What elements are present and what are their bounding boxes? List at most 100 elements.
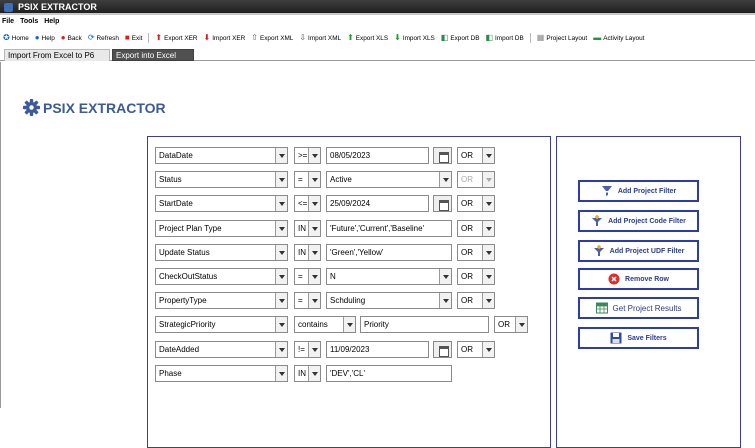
import-db-button[interactable]: ◧ Import DB bbox=[482, 31, 526, 45]
value-dropdown[interactable]: N bbox=[326, 268, 452, 285]
tab-strip: Import From Excel to P6 Export into Exce… bbox=[0, 48, 755, 61]
toolbar-label: Activity Layout bbox=[603, 34, 645, 42]
add-project-udf-filter-button[interactable]: Add Project UDF Filter bbox=[578, 240, 699, 262]
tab-export-into-excel[interactable]: Export into Excel bbox=[112, 49, 194, 61]
field-dropdown-value: DataDate bbox=[159, 151, 193, 160]
add-project-code-filter-button[interactable]: Add Project Code Filter bbox=[578, 210, 699, 232]
operator-dropdown[interactable]: IN bbox=[294, 244, 321, 261]
value-dropdown-value: Schduling bbox=[330, 296, 366, 305]
export-xml-button[interactable]: ⇧ Export XML bbox=[248, 31, 296, 45]
import-xer-icon: ⬇ bbox=[203, 33, 211, 42]
toolbar-label: Import XLS bbox=[402, 34, 435, 42]
field-dropdown[interactable]: Status bbox=[155, 171, 288, 188]
value-input[interactable]: 'Green','Yellow' bbox=[326, 244, 452, 261]
window-title: PSIX EXTRACTOR bbox=[18, 2, 97, 12]
logic-dropdown[interactable]: OR bbox=[494, 316, 528, 333]
import-xls-button[interactable]: ⬇ Import XLS bbox=[391, 31, 438, 45]
field-dropdown-value: StartDate bbox=[159, 199, 193, 208]
field-dropdown[interactable]: CheckOutStatus bbox=[155, 268, 288, 285]
calendar-icon[interactable] bbox=[433, 147, 452, 164]
logic-dropdown[interactable]: OR bbox=[457, 220, 495, 237]
operator-dropdown[interactable]: != bbox=[294, 341, 321, 358]
import-xer-button[interactable]: ⬇ Import XER bbox=[201, 31, 249, 45]
logic-dropdown[interactable]: OR bbox=[457, 171, 495, 188]
menu-tools[interactable]: Tools bbox=[20, 18, 38, 29]
value-input[interactable]: 'Future','Current','Baseline' bbox=[326, 220, 452, 237]
date-input[interactable]: 25/09/2024 bbox=[326, 195, 429, 212]
logic-dropdown-value: OR bbox=[461, 345, 473, 354]
back-button[interactable]: ● Back bbox=[58, 31, 85, 45]
tab-import-from-excel[interactable]: Import From Excel to P6 bbox=[4, 49, 110, 61]
home-icon: ✪ bbox=[3, 33, 10, 42]
toolbar-label: Refresh bbox=[96, 34, 119, 42]
operator-dropdown[interactable]: >= bbox=[294, 147, 321, 164]
logic-dropdown[interactable]: OR bbox=[457, 195, 495, 212]
export-db-button[interactable]: ◧ Export DB bbox=[438, 31, 483, 45]
chevron-down-icon bbox=[308, 148, 320, 163]
logic-dropdown-value: OR bbox=[461, 175, 473, 184]
logic-dropdown[interactable]: OR bbox=[457, 292, 495, 309]
add-project-filter-button[interactable]: Add Project Filter bbox=[578, 180, 699, 202]
activity-layout-button[interactable]: ▬ Activity Layout bbox=[590, 31, 647, 45]
field-dropdown[interactable]: DataDate bbox=[155, 147, 288, 164]
get-project-results-button[interactable]: Get Project Results bbox=[578, 297, 699, 319]
logic-dropdown-value: OR bbox=[461, 272, 473, 281]
operator-dropdown-value: <= bbox=[298, 199, 308, 208]
calendar-icon[interactable] bbox=[433, 195, 452, 212]
toolbar-label: Import XML bbox=[308, 34, 342, 42]
chevron-down-icon bbox=[308, 245, 320, 260]
menu-help[interactable]: Help bbox=[44, 18, 59, 29]
operator-dropdown[interactable]: IN bbox=[294, 220, 321, 237]
field-dropdown[interactable]: Phase bbox=[155, 365, 288, 382]
logic-dropdown[interactable]: OR bbox=[457, 147, 495, 164]
logic-dropdown[interactable]: OR bbox=[457, 244, 495, 261]
chevron-down-icon bbox=[308, 221, 320, 236]
date-input[interactable]: 11/09/2023 bbox=[326, 341, 429, 358]
operator-dropdown[interactable]: = bbox=[294, 268, 321, 285]
menu-file[interactable]: File bbox=[2, 18, 14, 29]
date-input[interactable]: 08/05/2023 bbox=[326, 147, 429, 164]
project-layout-button[interactable]: ▦ Project Layout bbox=[534, 31, 590, 45]
logic-dropdown[interactable]: OR bbox=[457, 268, 495, 285]
chevron-down-icon bbox=[275, 269, 287, 284]
refresh-button[interactable]: ⟳ Refresh bbox=[85, 31, 122, 45]
value-dropdown[interactable]: Active bbox=[326, 171, 452, 188]
field-dropdown[interactable]: Update Status bbox=[155, 244, 288, 261]
toolbar-label: Project Layout bbox=[546, 34, 588, 42]
operator-dropdown-value: = bbox=[298, 175, 303, 184]
field-dropdown[interactable]: StartDate bbox=[155, 195, 288, 212]
export-xls-button[interactable]: ⬆ Export XLS bbox=[344, 31, 391, 45]
export-xer-button[interactable]: ⬆ Export XER bbox=[152, 31, 200, 45]
import-xml-icon: ⇩ bbox=[299, 33, 307, 42]
operator-dropdown-value: contains bbox=[298, 320, 328, 329]
logic-dropdown[interactable]: OR bbox=[457, 341, 495, 358]
operator-dropdown[interactable]: = bbox=[294, 292, 321, 309]
export-xml-icon: ⇧ bbox=[251, 33, 258, 42]
field-dropdown[interactable]: DateAdded bbox=[155, 341, 288, 358]
field-dropdown[interactable]: StrategicPriority bbox=[155, 316, 288, 333]
field-dropdown-value: Phase bbox=[159, 369, 182, 378]
operator-dropdown[interactable]: = bbox=[294, 171, 321, 188]
value-input[interactable]: Priority bbox=[360, 316, 489, 333]
save-filters-button[interactable]: Save Filters bbox=[578, 327, 699, 349]
home-button[interactable]: ✪ Home bbox=[0, 31, 32, 45]
menu-bar: File Tools Help bbox=[0, 18, 59, 29]
field-dropdown[interactable]: PropertyType bbox=[155, 292, 288, 309]
remove-row-label: Remove Row bbox=[625, 275, 669, 283]
import-xml-button[interactable]: ⇩ Import XML bbox=[296, 31, 344, 45]
date-input-value: 25/09/2024 bbox=[330, 199, 371, 208]
field-dropdown[interactable]: Project Plan Type bbox=[155, 220, 288, 237]
chevron-down-icon bbox=[275, 221, 287, 236]
value-dropdown[interactable]: Schduling bbox=[326, 292, 452, 309]
operator-dropdown[interactable]: <= bbox=[294, 195, 321, 212]
back-icon: ● bbox=[60, 33, 66, 42]
help-button[interactable]: ● Help bbox=[32, 31, 58, 45]
exit-button[interactable]: ■ Exit bbox=[122, 31, 146, 45]
toolbar-label: Home bbox=[11, 34, 29, 42]
remove-row-button[interactable]: Remove Row bbox=[578, 268, 699, 290]
value-input[interactable]: 'DEV','CL' bbox=[326, 365, 452, 382]
save-filters-label: Save Filters bbox=[627, 334, 667, 342]
operator-dropdown[interactable]: IN bbox=[294, 365, 321, 382]
calendar-icon[interactable] bbox=[433, 341, 452, 358]
operator-dropdown[interactable]: contains bbox=[294, 316, 356, 333]
